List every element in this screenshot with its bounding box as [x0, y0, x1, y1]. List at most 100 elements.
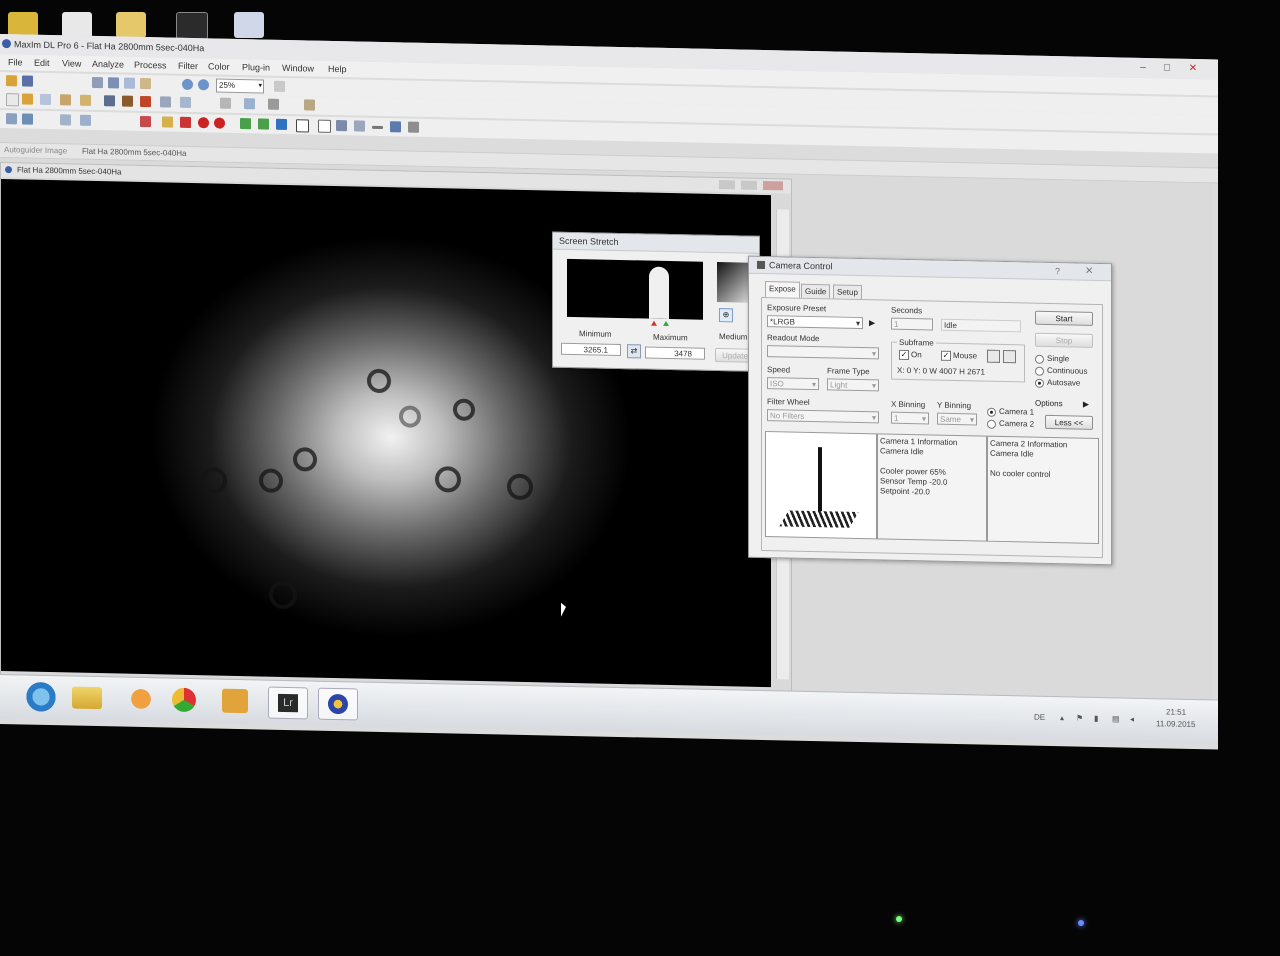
compare-icon[interactable]: [108, 77, 119, 89]
dialog-close-icon[interactable]: ✕: [1085, 266, 1093, 277]
less-button[interactable]: Less <<: [1045, 414, 1093, 430]
stop-icon[interactable]: [198, 117, 209, 129]
tray-flag-icon[interactable]: ⚑: [1076, 714, 1083, 723]
tab-autoguider-image[interactable]: Autoguider Image: [4, 145, 67, 155]
tray-battery-icon[interactable]: ▮: [1094, 714, 1098, 723]
image-minimize-button[interactable]: [719, 180, 735, 190]
rect-icon[interactable]: [318, 119, 331, 133]
layers-icon[interactable]: [276, 118, 287, 131]
desktop-icon-doc[interactable]: [62, 12, 92, 38]
subframe-reset-icon[interactable]: [1003, 350, 1016, 364]
minimum-input[interactable]: 3265.1: [561, 342, 621, 357]
target-icon[interactable]: [180, 116, 191, 129]
stack-icon[interactable]: [220, 97, 231, 109]
tab-setup[interactable]: Setup: [833, 284, 862, 300]
new-icon[interactable]: [6, 93, 19, 107]
align-icon[interactable]: [244, 98, 255, 110]
image-close-button[interactable]: [763, 180, 783, 191]
stretch-icon[interactable]: [124, 77, 135, 89]
script-icon[interactable]: [268, 98, 279, 110]
exposure-preset-select[interactable]: *LRGB ▾: [767, 315, 863, 330]
menu-filter[interactable]: Filter: [178, 61, 198, 71]
preset-arrow-icon[interactable]: ▶: [869, 317, 879, 329]
tray-language[interactable]: DE: [1034, 713, 1045, 722]
dialog-help-icon[interactable]: ?: [1055, 266, 1060, 276]
clock-time[interactable]: 21:51: [1166, 707, 1186, 716]
chart-icon[interactable]: [240, 118, 251, 130]
crosshair-icon[interactable]: [140, 115, 151, 128]
subframe-select-icon[interactable]: [987, 349, 1000, 363]
help-cursor-icon[interactable]: [274, 80, 285, 92]
bulb-icon[interactable]: [162, 116, 173, 128]
options-button[interactable]: Options ▶: [1035, 397, 1093, 412]
stop-button[interactable]: Stop: [1035, 332, 1093, 348]
open-icon[interactable]: [6, 75, 17, 87]
menu-window[interactable]: Window: [282, 63, 314, 74]
outlook-icon[interactable]: [222, 688, 248, 714]
pen-icon[interactable]: [408, 121, 419, 133]
explorer-icon[interactable]: [72, 686, 102, 710]
max-marker-icon[interactable]: [663, 320, 669, 327]
menu-edit[interactable]: Edit: [34, 58, 50, 68]
menu-analyze[interactable]: Analyze: [92, 59, 124, 70]
maxim-icon[interactable]: [318, 687, 358, 721]
grid-icon[interactable]: [180, 96, 191, 109]
minimize-button[interactable]: –: [1132, 61, 1154, 74]
maximize-button[interactable]: □: [1156, 61, 1178, 74]
tray-volume-icon[interactable]: ◂: [1130, 715, 1134, 724]
line-icon[interactable]: [372, 125, 383, 130]
continuous-radio[interactable]: [1035, 366, 1044, 376]
menu-color[interactable]: Color: [208, 61, 230, 71]
paste-icon[interactable]: [80, 94, 91, 106]
menu-file[interactable]: File: [8, 57, 23, 67]
tab-expose[interactable]: Expose: [765, 281, 800, 298]
chrome-icon[interactable]: [172, 687, 196, 713]
stretch-mode-label[interactable]: Medium: [719, 332, 747, 342]
subframe-on-checkbox[interactable]: ✓: [899, 349, 909, 361]
ie-icon[interactable]: [22, 681, 60, 713]
telescope-icon[interactable]: [122, 95, 133, 107]
swap-icon[interactable]: ⇄: [627, 344, 641, 359]
seconds-input[interactable]: 1: [891, 317, 933, 331]
clock-date[interactable]: 11.09.2015: [1156, 719, 1195, 729]
image-icon[interactable]: [92, 76, 103, 89]
measure-icon[interactable]: [6, 113, 17, 125]
close-button[interactable]: ✕: [1182, 62, 1204, 75]
speed-select[interactable]: ISO ▾: [767, 377, 819, 391]
filter-icon[interactable]: [140, 95, 151, 108]
lightroom-icon[interactable]: Lr: [268, 686, 308, 720]
camera1-radio[interactable]: [987, 407, 996, 417]
y-binning-select[interactable]: Same ▾: [937, 412, 977, 426]
square-icon[interactable]: [296, 119, 309, 133]
settings-icon[interactable]: [160, 96, 171, 108]
copy-icon[interactable]: [40, 93, 51, 106]
menu-help[interactable]: Help: [328, 64, 347, 74]
maximum-input[interactable]: 3478: [645, 346, 705, 360]
readout-mode-select[interactable]: ▾: [767, 345, 879, 360]
zoom-out-icon[interactable]: [198, 79, 209, 91]
autosave-radio[interactable]: [1035, 378, 1044, 388]
tray-network-icon[interactable]: ▤: [1112, 714, 1120, 723]
record-icon[interactable]: [214, 117, 225, 129]
tab-guide[interactable]: Guide: [801, 283, 831, 299]
desktop-icon-folder[interactable]: [116, 12, 146, 38]
graph-icon[interactable]: [60, 114, 71, 126]
image-maximize-button[interactable]: [741, 180, 757, 190]
menu-process[interactable]: Process: [134, 60, 167, 71]
cut-icon[interactable]: [60, 94, 71, 106]
camera-icon[interactable]: [104, 95, 115, 107]
bars-icon[interactable]: [258, 118, 269, 130]
photo-icon[interactable]: [336, 120, 347, 132]
desktop-icon-file[interactable]: [234, 12, 264, 38]
info-icon[interactable]: [22, 113, 33, 125]
frame-type-select[interactable]: Light ▾: [827, 378, 879, 392]
zoom-in-icon[interactable]: [182, 78, 193, 91]
save-icon[interactable]: [22, 75, 33, 87]
hand-icon[interactable]: [140, 77, 151, 90]
tab-flat-image[interactable]: Flat Ha 2800mm 5sec-040Ha: [82, 147, 187, 158]
camera2-radio[interactable]: [987, 419, 996, 429]
single-radio[interactable]: [1035, 354, 1044, 364]
zoom-select[interactable]: 25% ▾: [216, 78, 264, 94]
zoom-histogram-icon[interactable]: ⊕: [719, 308, 733, 323]
subframe-mouse-checkbox[interactable]: ✓: [941, 350, 951, 361]
